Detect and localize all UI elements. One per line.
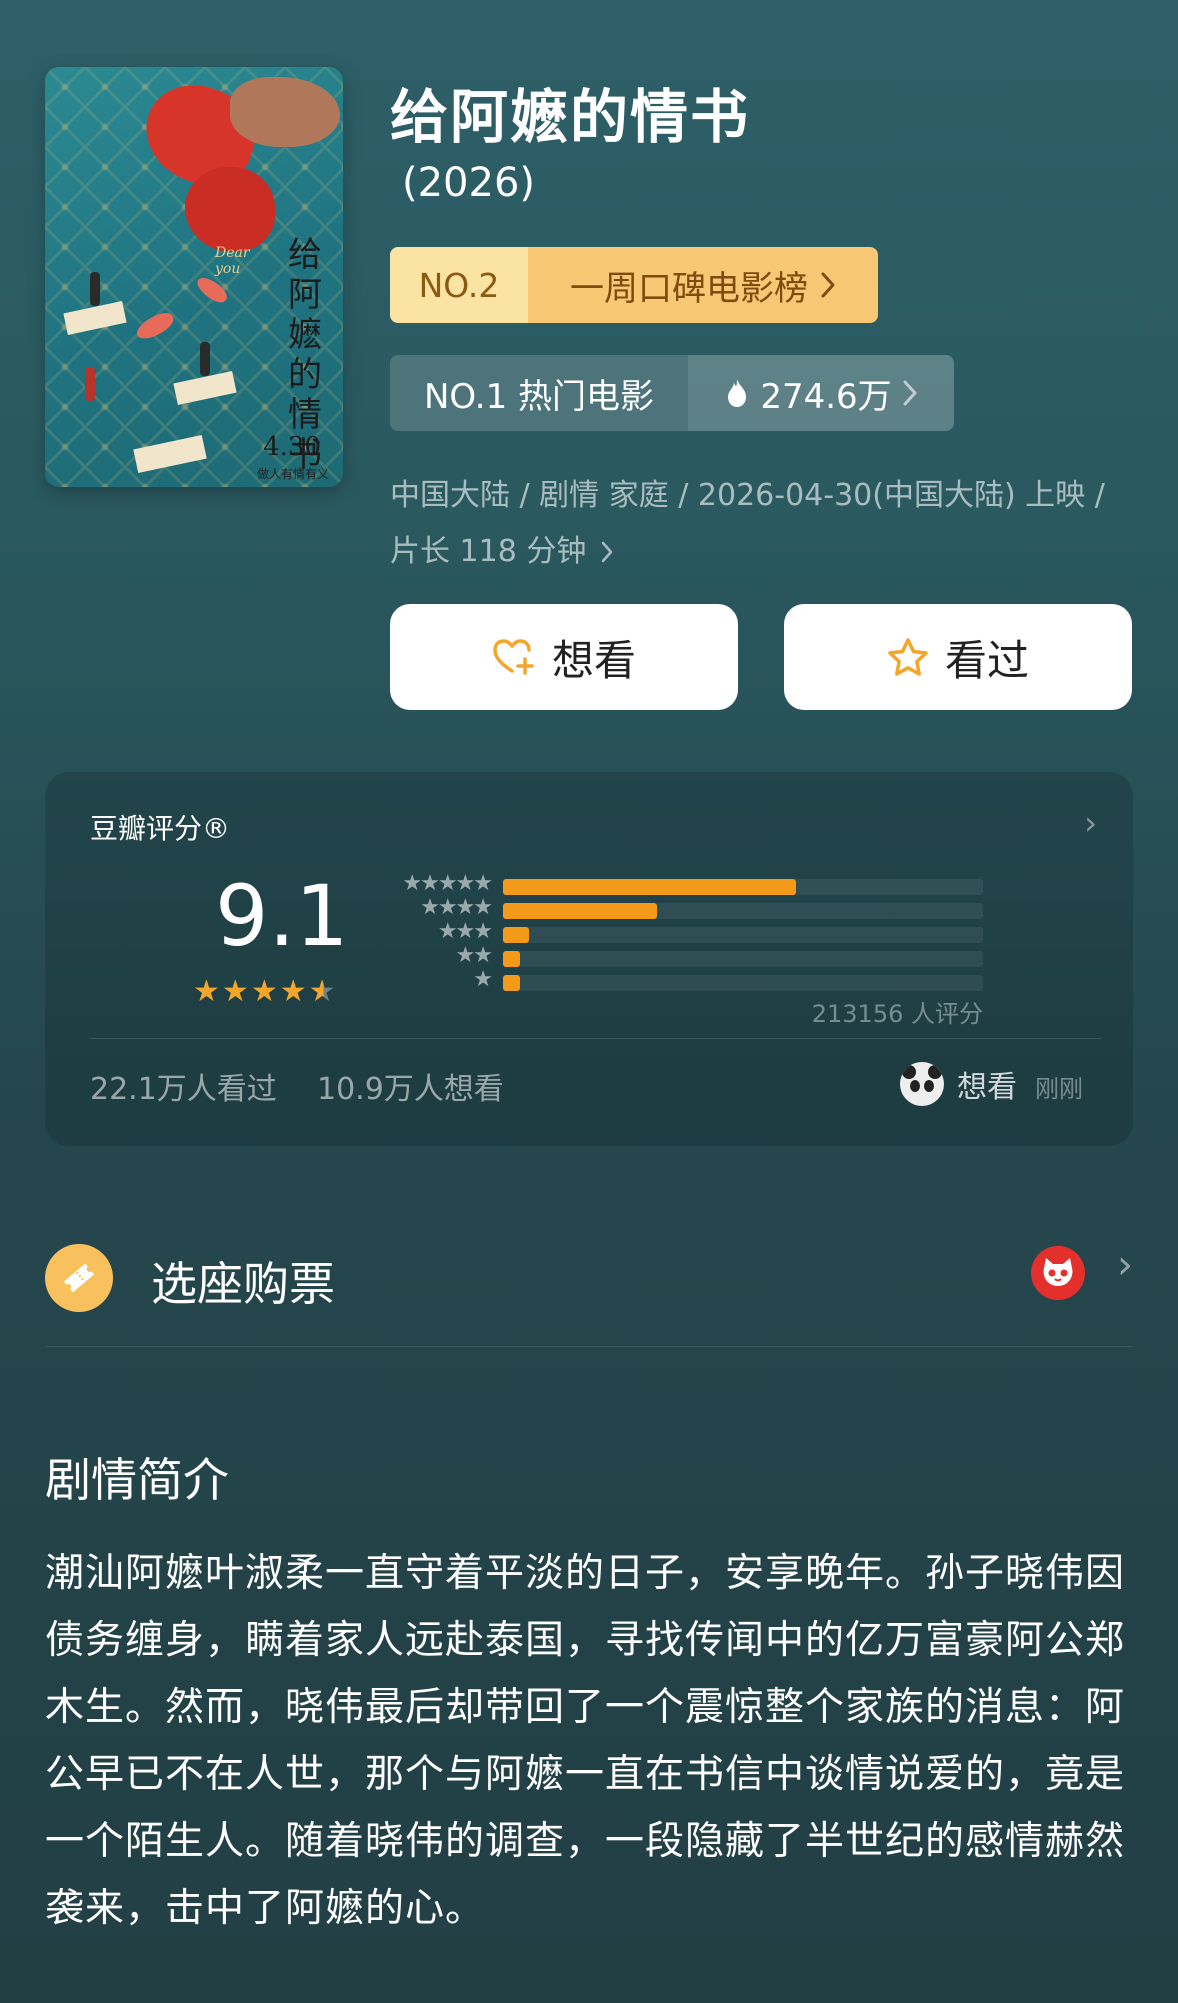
wanted-count: 10.9万人想看: [317, 1072, 504, 1107]
star-outline-icon: [888, 638, 928, 676]
movie-year: (2026): [402, 160, 536, 206]
distribution-bar: [503, 879, 796, 895]
distribution-track: [503, 879, 983, 895]
distribution-stars: ★★: [455, 943, 493, 968]
heart-plus-icon: [493, 639, 534, 675]
distribution-track: [503, 903, 983, 919]
rating-score: 9.1: [215, 867, 349, 965]
poster-flower: [185, 167, 275, 252]
poster-english: Dear you: [215, 245, 250, 277]
movie-title: 给阿嬷的情书: [390, 83, 751, 151]
activity-label: 想看: [957, 1070, 1017, 1105]
star-icon: ★: [193, 974, 222, 1009]
avatar-ear: [928, 1065, 942, 1079]
chevron-right-icon: [601, 541, 613, 563]
avatar-eye: [910, 1080, 920, 1092]
distribution-row-2: ★★: [381, 943, 983, 970]
avatar-ear: [902, 1065, 916, 1079]
chevron-right-icon: ›: [1117, 1242, 1133, 1288]
distribution-stars: ★: [473, 967, 493, 992]
watched-button[interactable]: 看过: [784, 604, 1132, 710]
weekly-rank-label-wrap: 一周口碑电影榜: [528, 247, 878, 323]
rating-stars: ★★★★★: [193, 974, 338, 1009]
star-icon: ★: [250, 974, 280, 1009]
star-icon: ★: [221, 974, 251, 1009]
section-divider: [45, 1346, 1133, 1347]
movie-poster[interactable]: 给阿嬷的情书 4.30 做人有情有义 Dear you: [45, 67, 343, 487]
weekly-rank-badge[interactable]: NO.2 一周口碑电影榜: [390, 247, 878, 323]
distribution-stars: ★★★★: [420, 895, 493, 920]
chevron-right-icon: [903, 380, 917, 406]
distribution-bar: [503, 951, 520, 967]
poster-tagline: 做人有情有义: [256, 467, 329, 481]
maoyan-logo-icon: [1031, 1246, 1085, 1300]
poster-figure: [200, 342, 210, 376]
distribution-stars: ★★★: [437, 919, 493, 944]
movie-meta[interactable]: 中国大陆 / 剧情 家庭 / 2026-04-30(中国大陆) 上映 / 片长 …: [390, 468, 1130, 580]
activity-time: 刚刚: [1035, 1075, 1083, 1103]
cat-face-icon: [1043, 1258, 1073, 1286]
watched-label: 看过: [944, 635, 1029, 685]
distribution-stars: ★★★★★: [402, 871, 493, 896]
star-icon: ★: [279, 974, 309, 1009]
movie-meta-text: 中国大陆 / 剧情 家庭 / 2026-04-30(中国大陆) 上映 / 片长 …: [390, 478, 1105, 569]
avatar[interactable]: [900, 1062, 944, 1106]
rating-header: 豆瓣评分®: [90, 812, 231, 845]
synopsis-text: 潮汕阿嬷叶淑柔一直守着平淡的日子，安享晚年。孙子晓伟因债务缠身，瞒着家人远赴泰国…: [45, 1551, 1126, 1931]
poster-figure: [85, 367, 95, 401]
distribution-bar: [503, 903, 657, 919]
distribution-track: [503, 975, 983, 991]
distribution-row-1: ★: [381, 967, 983, 994]
hot-heat-value: 274.6万: [760, 376, 892, 417]
distribution-bar: [503, 975, 520, 991]
chevron-right-icon: [821, 272, 835, 298]
watched-count: 22.1万人看过: [90, 1072, 277, 1107]
flame-icon: [728, 379, 747, 407]
ticket-glyph: [63, 1263, 95, 1293]
douban-rating-card[interactable]: 豆瓣评分® › 9.1 ★★★★★ ★★★★★ ★★★★ ★★★ ★★ ★ 21…: [45, 772, 1133, 1146]
poster-date: 4.30: [263, 432, 321, 462]
weekly-rank-label: 一周口碑电影榜: [570, 268, 808, 309]
distribution-bar: [503, 927, 530, 943]
want-to-watch-label: 想看: [551, 635, 636, 685]
weekly-rank-number: NO.2: [390, 247, 528, 323]
card-divider: [90, 1038, 1101, 1039]
poster-figure: [90, 272, 100, 306]
want-to-watch-button[interactable]: 想看: [390, 604, 738, 710]
hot-rank-number: NO.1 热门电影: [390, 355, 688, 431]
distribution-track: [503, 951, 983, 967]
hot-heat-wrap: 274.6万: [688, 355, 954, 431]
buy-ticket-label: 选座购票: [151, 1257, 335, 1311]
distribution-track: [503, 927, 983, 943]
synopsis-title: 剧情简介: [45, 1453, 229, 1507]
chevron-right-icon: ›: [1084, 804, 1097, 842]
ticket-icon: [45, 1244, 113, 1312]
hot-rank-badge[interactable]: NO.1 热门电影 274.6万: [390, 355, 954, 431]
buy-ticket-row[interactable]: 选座购票 ›: [45, 1236, 1133, 1346]
rating-count: 213156 人评分: [811, 1000, 983, 1028]
half-star-icon: ★: [308, 974, 338, 1009]
avatar-eye: [924, 1080, 934, 1092]
